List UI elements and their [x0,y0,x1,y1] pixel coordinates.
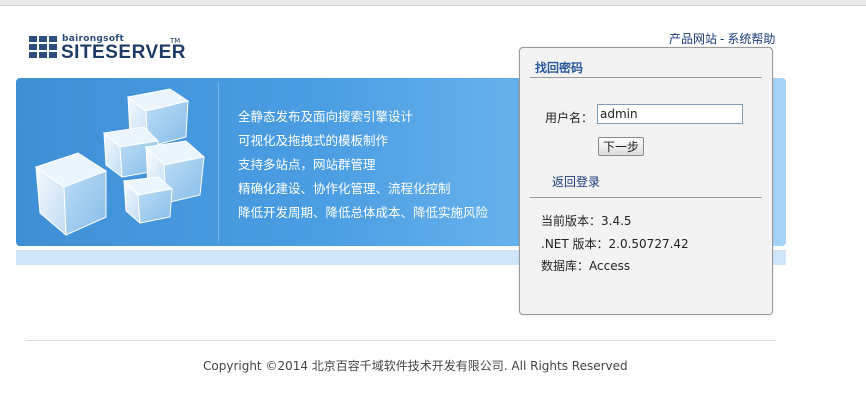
panel-divider-top [530,77,762,78]
panel-title: 找回密码 [535,61,584,75]
copyright-text: Copyright ©2014 北京百容千域软件技术开发有限公司. All Ri… [203,359,628,373]
feature-item: 精确化建设、协作化管理、流程化控制 [238,181,451,196]
logo-grid-icon [29,36,57,60]
database-info: 数据库：Access [541,259,631,273]
panel-divider-bottom [530,197,762,198]
feature-item: 全静态发布及面向搜索引擎设计 [238,109,414,124]
current-version: 当前版本：3.4.5 [541,214,632,228]
username-label: 用户名： [545,111,594,125]
link-separator: - [720,32,725,46]
product-site-link[interactable]: 产品网站 [669,32,717,46]
top-links: 产品网站 - 系统帮助 [669,30,775,47]
username-input[interactable] [597,104,743,124]
banner-divider [218,82,219,242]
next-step-button[interactable]: 下一步 [598,137,644,156]
logo-trademark: TM [170,37,181,45]
feature-item: 降低开发周期、降低总体成本、降低实施风险 [238,205,489,220]
logo-product: SITESERVER [61,42,187,63]
browser-top-edge [0,0,866,6]
feature-item: 支持多站点，网站群管理 [238,157,376,172]
cubes-illustration [34,88,206,237]
back-to-login-link[interactable]: 返回登录 [552,173,600,190]
feature-list: 全静态发布及面向搜索引擎设计 可视化及拖拽式的模板制作 支持多站点，网站群管理 … [238,105,488,225]
footer-divider [26,340,776,341]
system-help-link[interactable]: 系统帮助 [727,32,775,46]
password-recovery-panel: 找回密码 用户名： 下一步 返回登录 当前版本：3.4.5 .NET 版本：2.… [519,47,773,315]
feature-item: 可视化及拖拽式的模板制作 [238,133,389,148]
net-version: .NET 版本：2.0.50727.42 [541,237,689,251]
